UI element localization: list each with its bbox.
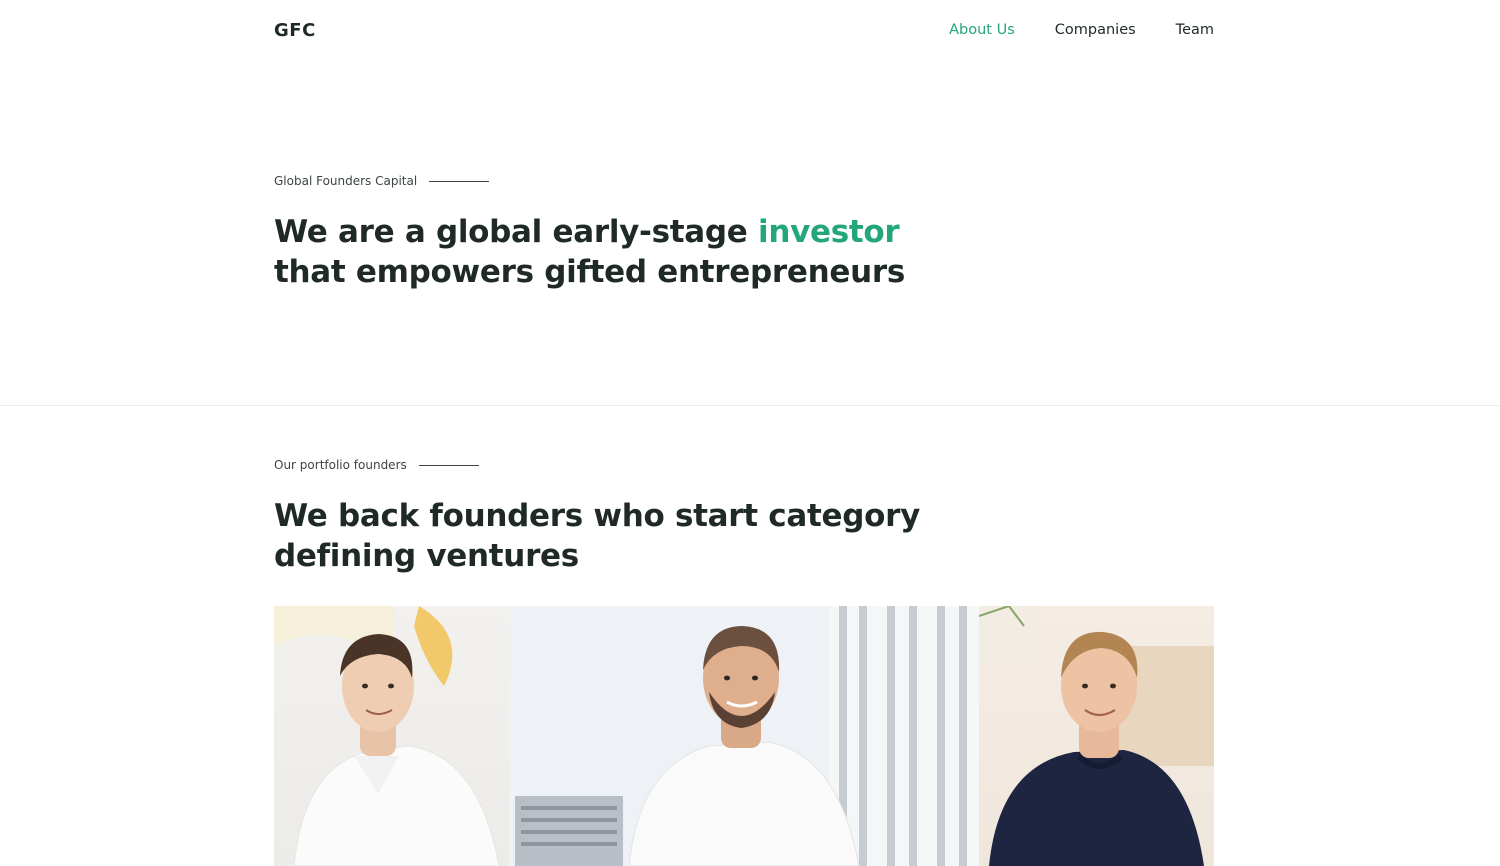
hero-headline-start: We are a global early-stage xyxy=(274,214,759,250)
eyebrow-rule xyxy=(429,180,490,182)
founders-photo-strip xyxy=(274,606,1214,866)
portfolio-eyebrow-label: Our portfolio founders xyxy=(274,458,407,472)
hero-headline-end: that empowers gifted entrepreneurs xyxy=(274,254,905,290)
section-divider xyxy=(0,405,1500,406)
founder-photo xyxy=(979,606,1214,866)
site-header: GFC About Us Companies Team xyxy=(274,0,1214,60)
founder-photo xyxy=(509,606,979,866)
site-logo[interactable]: GFC xyxy=(274,20,316,41)
nav-link-about-us[interactable]: About Us xyxy=(949,22,1015,38)
nav-link-companies[interactable]: Companies xyxy=(1055,22,1136,38)
portfolio-eyebrow: Our portfolio founders xyxy=(274,458,479,472)
founder-portrait-illustration xyxy=(979,606,1214,866)
founder-photo xyxy=(274,606,509,866)
founder-portrait-illustration xyxy=(509,606,979,866)
founder-portrait-illustration xyxy=(274,606,500,866)
hero-headline: We are a global early-stage investor tha… xyxy=(274,212,974,292)
eyebrow-rule xyxy=(418,464,479,466)
hero-headline-accent: investor xyxy=(758,214,900,250)
hero-eyebrow: Global Founders Capital xyxy=(274,174,490,188)
nav-link-team[interactable]: Team xyxy=(1176,22,1214,38)
hero-eyebrow-label: Global Founders Capital xyxy=(274,174,418,188)
page: GFC About Us Companies Team Global Found… xyxy=(0,0,1500,866)
main-nav: About Us Companies Team xyxy=(949,22,1214,38)
portfolio-headline: We back founders who start category defi… xyxy=(274,498,920,574)
